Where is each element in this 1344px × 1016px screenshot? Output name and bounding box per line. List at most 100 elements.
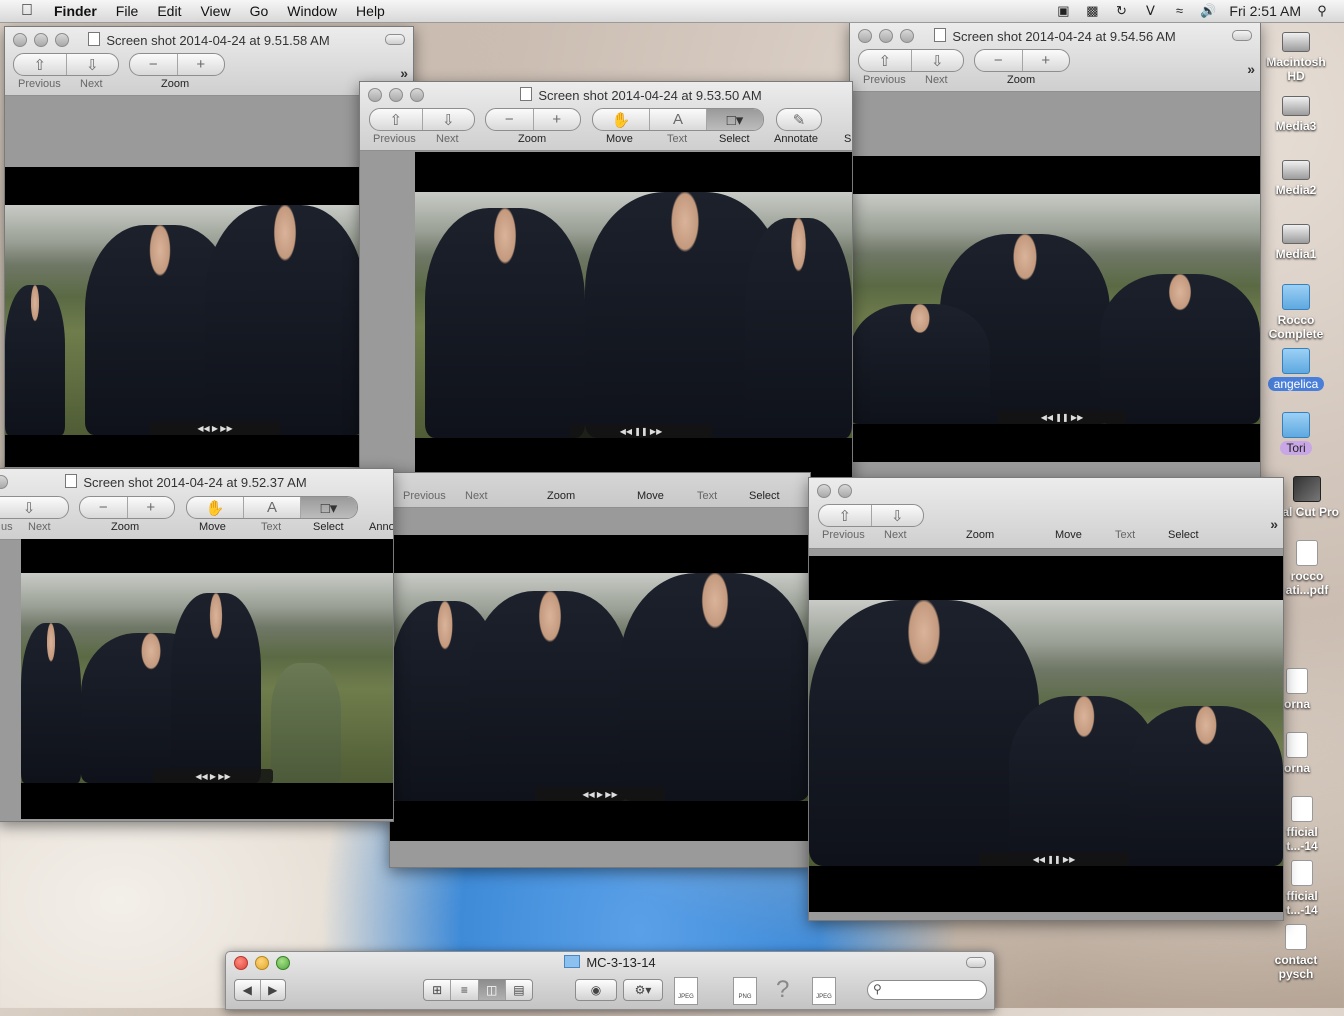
- toolbar-toggle-button[interactable]: [385, 34, 405, 45]
- text-tool-icon[interactable]: A: [244, 497, 301, 518]
- list-view-icon[interactable]: ≡: [451, 980, 479, 1000]
- desktop-item-tori[interactable]: Tori: [1259, 412, 1333, 455]
- view-mode-control[interactable]: ⊞ ≡ ◫ ▤: [423, 979, 533, 1001]
- menu-clock[interactable]: Fri 2:51 AM: [1229, 3, 1301, 19]
- cover-flow-icon[interactable]: ▤: [506, 980, 532, 1000]
- up-arrow-icon[interactable]: ⇧: [819, 505, 872, 526]
- finder-window[interactable]: MC-3-13-14 ◀ ▶ ⊞ ≡ ◫ ▤ ◉ ⚙▾ JPEG PNG ? JP…: [225, 951, 995, 1010]
- zoom-control[interactable]: − +: [79, 496, 175, 519]
- desktop-item-angelica[interactable]: angelica: [1259, 348, 1333, 391]
- desktop-item-contact-pysch[interactable]: contact pysch: [1262, 924, 1330, 981]
- preview-window-2[interactable]: Screen shot 2014-04-24 at 9.53.50 AM ⇧ ⇩ …: [359, 81, 853, 483]
- zoom-button[interactable]: [410, 88, 424, 102]
- video-controls[interactable]: ◀◀ ▶ ▶▶: [150, 421, 280, 435]
- zoom-out-icon[interactable]: −: [80, 497, 128, 518]
- down-arrow-icon[interactable]: ⇩: [912, 50, 964, 71]
- prev-next-control[interactable]: ⇧ ⇩: [369, 108, 475, 131]
- zoom-in-icon[interactable]: +: [178, 54, 225, 75]
- video-controls[interactable]: ◀◀ ❚❚ ▶▶: [570, 424, 712, 438]
- spotlight-search-icon[interactable]: ⚲: [1314, 4, 1330, 18]
- preview-window-4[interactable]: Screen shot 2014-04-24 at 9.52.37 AM ⇩ u…: [0, 468, 394, 822]
- back-forward-control[interactable]: ◀ ▶: [234, 979, 286, 1001]
- desktop-item-rocco-complete[interactable]: Rocco Complete: [1259, 284, 1333, 341]
- up-arrow-icon[interactable]: ⇧: [14, 54, 67, 75]
- apple-menu-icon[interactable]: : [16, 2, 38, 20]
- desktop-item-macintosh-hd[interactable]: Macintosh HD: [1259, 28, 1333, 83]
- menu-app-finder[interactable]: Finder: [54, 3, 97, 19]
- up-arrow-icon[interactable]: ⇧: [859, 50, 912, 71]
- app-status-icon[interactable]: ▣: [1055, 4, 1071, 18]
- desktop-item-media2[interactable]: Media2: [1259, 156, 1333, 197]
- text-tool-icon[interactable]: A: [650, 109, 707, 130]
- icon-view-icon[interactable]: ⊞: [424, 980, 452, 1000]
- jpeg-file-icon[interactable]: JPEG: [674, 977, 698, 1005]
- wifi-icon[interactable]: ≈: [1171, 4, 1187, 18]
- gear-icon[interactable]: ⚙▾: [624, 980, 662, 1000]
- preview-window-5[interactable]: Previous Next Zoom Move Text Select ◀◀ ▶…: [389, 472, 811, 868]
- hand-move-icon[interactable]: ✋: [593, 109, 650, 130]
- video-controls[interactable]: ◀◀ ❚❚ ▶▶: [998, 410, 1126, 424]
- unknown-file-icon[interactable]: ?: [776, 976, 789, 1004]
- jpeg-file-icon[interactable]: JPEG: [812, 977, 836, 1005]
- down-arrow-icon[interactable]: ⇩: [0, 497, 68, 518]
- preview-window-6[interactable]: ⇧ ⇩ Previous Next Zoom Move Text Select »…: [808, 477, 1284, 921]
- back-arrow-icon[interactable]: ◀: [235, 980, 261, 1000]
- down-arrow-icon[interactable]: ⇩: [872, 505, 924, 526]
- down-arrow-icon[interactable]: ⇩: [67, 54, 119, 75]
- forward-arrow-icon[interactable]: ▶: [261, 980, 286, 1000]
- desktop-item-media3[interactable]: Media3: [1259, 92, 1333, 133]
- annotate-button[interactable]: ✎: [776, 108, 822, 131]
- zoom-control[interactable]: − +: [485, 108, 581, 131]
- column-view-icon[interactable]: ◫: [478, 980, 506, 1000]
- menu-view[interactable]: View: [200, 3, 230, 19]
- select-tool-icon[interactable]: □▾: [301, 497, 357, 518]
- desktop-item-media1[interactable]: Media1: [1259, 220, 1333, 261]
- pencil-icon[interactable]: ✎: [777, 109, 821, 130]
- zoom-out-icon[interactable]: −: [486, 109, 534, 130]
- prev-next-control[interactable]: ⇧ ⇩: [858, 49, 964, 72]
- video-controls[interactable]: ◀◀ ▶ ▶▶: [535, 787, 665, 801]
- hand-move-icon[interactable]: ✋: [187, 497, 244, 518]
- zoom-out-icon[interactable]: −: [130, 54, 178, 75]
- down-arrow-icon[interactable]: ⇩: [423, 109, 475, 130]
- zoom-control[interactable]: − +: [129, 53, 225, 76]
- search-input[interactable]: [888, 982, 984, 996]
- close-button[interactable]: [368, 88, 382, 102]
- tool-mode-control[interactable]: ✋ A □▾: [592, 108, 764, 131]
- search-field[interactable]: ⚲: [867, 980, 987, 1000]
- toolbar-toggle-button[interactable]: [1232, 30, 1252, 41]
- menu-file[interactable]: File: [116, 3, 139, 19]
- minimize-button[interactable]: [389, 88, 403, 102]
- menu-go[interactable]: Go: [250, 3, 269, 19]
- eye-icon[interactable]: ◉: [576, 980, 616, 1000]
- prev-next-control[interactable]: ⇧ ⇩: [818, 504, 924, 527]
- quick-look-button[interactable]: ◉: [575, 979, 617, 1001]
- prev-next-control[interactable]: ⇧ ⇩: [13, 53, 119, 76]
- menu-help[interactable]: Help: [356, 3, 385, 19]
- volume-icon[interactable]: 🔊: [1200, 4, 1216, 18]
- time-machine-icon[interactable]: ↻: [1113, 4, 1129, 18]
- select-tool-icon[interactable]: □▾: [707, 109, 763, 130]
- tool-mode-control[interactable]: ✋ A □▾: [186, 496, 358, 519]
- preview-window-1[interactable]: Screen shot 2014-04-24 at 9.51.58 AM ⇧ ⇩ …: [4, 26, 414, 478]
- png-file-icon[interactable]: PNG: [733, 977, 757, 1005]
- toolbar-toggle-button[interactable]: [966, 957, 986, 968]
- zoom-in-icon[interactable]: +: [1023, 50, 1070, 71]
- menu-edit[interactable]: Edit: [157, 3, 181, 19]
- toolbar-overflow-icon[interactable]: »: [400, 65, 408, 81]
- toolbar-overflow-icon[interactable]: »: [1247, 61, 1255, 77]
- zoom-in-icon[interactable]: +: [128, 497, 175, 518]
- preview-window-3[interactable]: Screen shot 2014-04-24 at 9.54.56 AM ⇧ ⇩ …: [849, 22, 1261, 530]
- zoom-out-icon[interactable]: −: [975, 50, 1023, 71]
- toolbar-overflow-icon[interactable]: »: [1270, 516, 1278, 532]
- zoom-in-icon[interactable]: +: [534, 109, 581, 130]
- bluetooth-icon[interactable]: ᐯ: [1142, 4, 1158, 18]
- menu-window[interactable]: Window: [287, 3, 337, 19]
- video-controls[interactable]: ◀◀ ❚❚ ▶▶: [979, 852, 1129, 866]
- action-menu-button[interactable]: ⚙▾: [623, 979, 663, 1001]
- prev-next-control[interactable]: ⇩: [0, 496, 69, 519]
- video-controls[interactable]: ◀◀ ▶ ▶▶: [153, 769, 273, 783]
- close-button[interactable]: [817, 484, 831, 498]
- up-arrow-icon[interactable]: ⇧: [370, 109, 423, 130]
- minimize-button[interactable]: [838, 484, 852, 498]
